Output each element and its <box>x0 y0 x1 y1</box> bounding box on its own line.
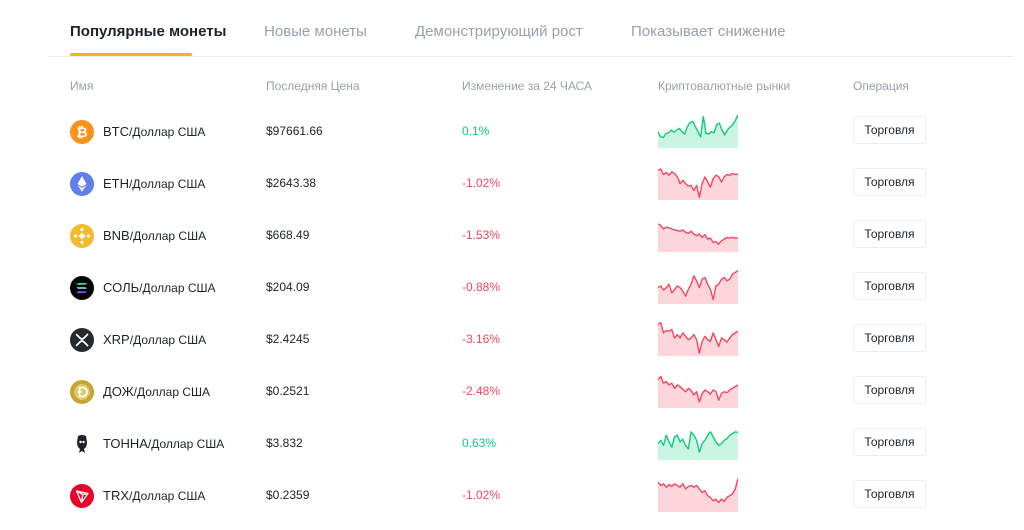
tron-icon <box>70 484 94 508</box>
column-header-change: Изменение за 24 ЧАСА <box>462 79 593 93</box>
last-price: $2.4245 <box>266 332 310 346</box>
svg-text:₿: ₿ <box>76 125 87 141</box>
change-24h: -0.88% <box>462 280 501 294</box>
last-price: $668.49 <box>266 228 310 242</box>
change-24h: 0.63% <box>462 436 497 450</box>
coin-pair: TRX/Доллар США <box>103 488 205 503</box>
coin-pair: BTC/Доллар США <box>103 124 205 139</box>
last-price: $97661.66 <box>266 124 323 138</box>
trade-button[interactable]: Торговля <box>853 376 926 404</box>
coin-pair: ETH/Доллар США <box>103 176 205 191</box>
sparkline-chart <box>658 478 738 512</box>
market-tabs: Популярные монеты Новые монеты Демонстри… <box>48 0 1014 57</box>
coin-symbol: ДОЖ <box>103 384 134 399</box>
bnb-icon <box>70 224 94 248</box>
trade-button[interactable]: Торговля <box>853 428 926 456</box>
change-24h: -1.53% <box>462 228 501 242</box>
trade-button[interactable]: Торговля <box>853 324 926 352</box>
table-row[interactable]: BNB/Доллар США $668.49 -1.53% Торговля <box>0 212 1024 264</box>
table-row[interactable]: СОЛЬ/Доллар США $204.09 -0.88% Торговля <box>0 264 1024 316</box>
tab-gainers[interactable]: Демонстрирующий рост <box>415 23 583 40</box>
column-header-operation: Операция <box>853 79 909 93</box>
tab-new-coins[interactable]: Новые монеты <box>264 23 367 40</box>
active-tab-indicator <box>70 53 192 56</box>
dogecoin-icon <box>70 380 94 404</box>
coin-pair: СОЛЬ/Доллар США <box>103 280 216 295</box>
sparkline-chart <box>658 431 738 460</box>
quote-currency: /Доллар США <box>129 489 206 503</box>
sparkline-area <box>658 322 738 356</box>
last-price: $0.2521 <box>266 384 310 398</box>
sparkline-chart <box>658 223 738 252</box>
trade-button[interactable]: Торговля <box>853 220 926 248</box>
tab-popular-coins[interactable]: Популярные монеты <box>70 23 226 40</box>
quote-currency: /Доллар США <box>129 333 207 347</box>
change-24h: -1.02% <box>462 176 501 190</box>
table-row[interactable]: ДОЖ/Доллар США $0.2521 -2.48% Торговля <box>0 368 1024 420</box>
last-price: $2643.38 <box>266 176 317 190</box>
quote-currency: /Доллар США <box>139 281 216 295</box>
coin-symbol: BTC <box>103 124 129 139</box>
change-24h: -2.48% <box>462 384 501 398</box>
column-header-price: Последняя Цена <box>266 79 360 93</box>
trade-button[interactable]: Торговля <box>853 116 926 144</box>
coin-symbol: BNB <box>103 228 130 243</box>
coin-symbol: TRX <box>103 488 129 503</box>
change-24h: 0.1% <box>462 124 490 138</box>
quote-currency: /Доллар США <box>129 177 206 191</box>
ethereum-icon <box>70 172 94 196</box>
sparkline-chart <box>658 114 738 148</box>
last-price: $0.2359 <box>266 488 310 502</box>
table-row[interactable]: XRP/Доллар США $2.4245 -3.16% Торговля <box>0 316 1024 368</box>
coin-pair: ДОЖ/Доллар США <box>103 384 210 399</box>
sparkline-area <box>658 478 738 512</box>
sparkline-chart <box>658 168 738 200</box>
tab-losers[interactable]: Показывает снижение <box>631 23 785 40</box>
sparkline-chart <box>658 375 738 408</box>
quote-currency: /Доллар США <box>133 385 210 399</box>
coin-symbol: ТОННА <box>103 436 148 451</box>
bitcoin-icon: ₿ <box>70 120 94 144</box>
coin-pair: ТОННА/Доллар США <box>103 436 224 451</box>
coin-pair: XRP/Доллар США <box>103 332 206 347</box>
trade-button[interactable]: Торговля <box>853 480 926 508</box>
solana-icon <box>70 276 94 300</box>
change-24h: -3.16% <box>462 332 501 346</box>
sparkline-chart <box>658 322 738 356</box>
table-row[interactable]: ETH/Доллар США $2643.38 -1.02% Торговля <box>0 160 1024 212</box>
coin-symbol: СОЛЬ <box>103 280 140 295</box>
last-price: $3.832 <box>266 436 303 450</box>
quote-currency: /Доллар США <box>129 125 206 139</box>
coin-symbol: XRP <box>103 332 130 347</box>
table-row[interactable]: ₿ BTC/Доллар США $97661.66 0.1% Торговля <box>0 108 1024 160</box>
column-header-name: Имя <box>70 79 94 93</box>
quote-currency: /Доллар США <box>147 437 225 451</box>
xrp-icon <box>70 328 94 352</box>
coin-symbol: ETH <box>103 176 129 191</box>
column-header-markets: Криптовалютные рынки <box>658 79 791 93</box>
trade-button[interactable]: Торговля <box>853 272 926 300</box>
last-price: $204.09 <box>266 280 310 294</box>
coin-pair: BNB/Доллар США <box>103 228 206 243</box>
quote-currency: /Доллар США <box>129 229 207 243</box>
toncoin-icon <box>70 432 94 456</box>
sparkline-chart <box>658 270 738 304</box>
trade-button[interactable]: Торговля <box>853 168 926 196</box>
table-row[interactable]: ТОННА/Доллар США $3.832 0.63% Торговля <box>0 420 1024 472</box>
change-24h: -1.02% <box>462 488 501 502</box>
table-row[interactable]: TRX/Доллар США $0.2359 -1.02% Торговля <box>0 472 1024 524</box>
